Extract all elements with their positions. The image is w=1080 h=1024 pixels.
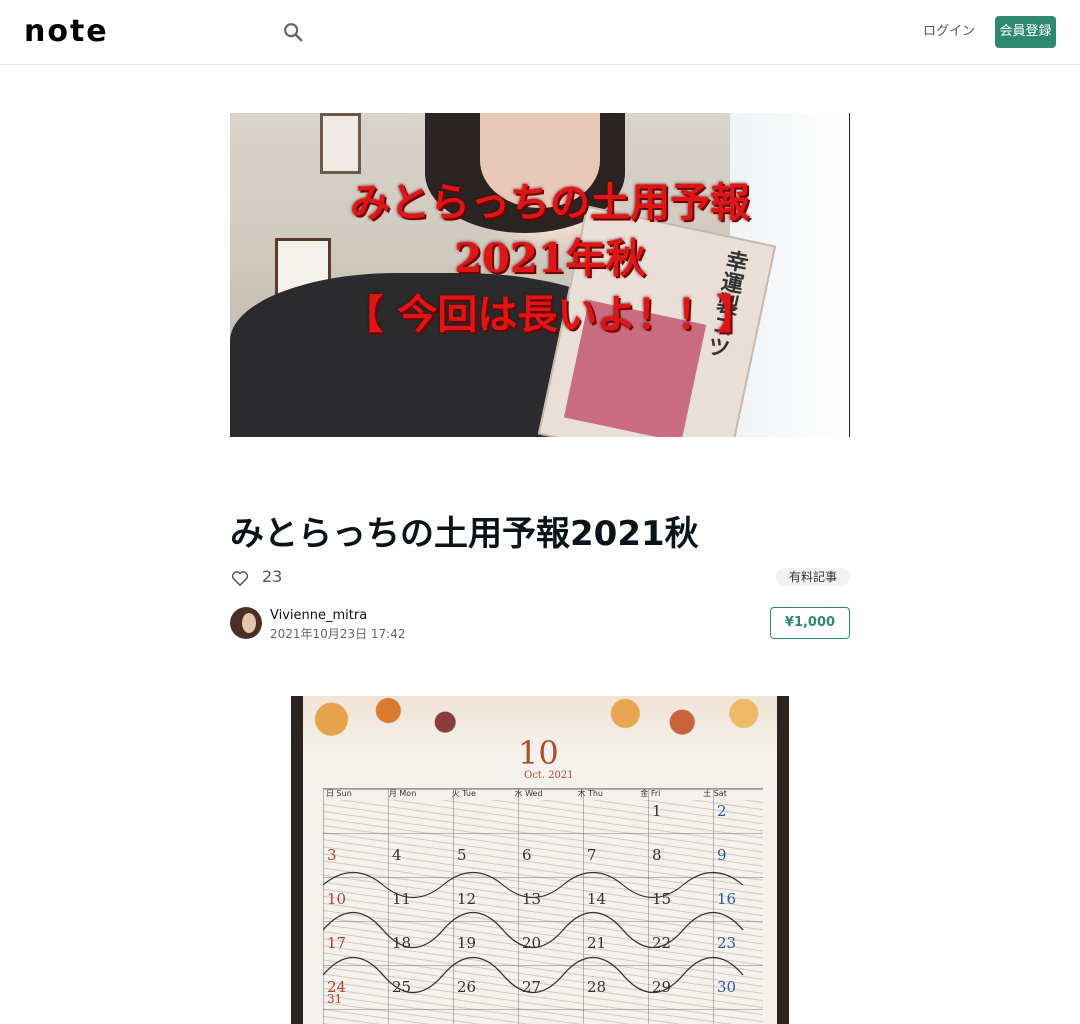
weekday-label: 火 Tue bbox=[451, 789, 476, 798]
calendar-day-number: 1 bbox=[652, 802, 662, 820]
calendar-day-number: 28 bbox=[587, 978, 607, 996]
weekday-label: 木 Thu bbox=[577, 789, 604, 798]
login-link[interactable]: ログイン bbox=[922, 20, 976, 44]
note-logo[interactable]: note bbox=[24, 17, 109, 47]
weekday-label: 土 Sat bbox=[703, 789, 727, 798]
calendar-day-number: 2 bbox=[717, 802, 727, 820]
calendar-day-number: 4 bbox=[392, 846, 402, 864]
calendar-day-number: 7 bbox=[587, 846, 597, 864]
calendar-day-number: 14 bbox=[587, 890, 607, 908]
weekday-label: 日 Sun bbox=[326, 789, 352, 798]
calendar-day-number: 22 bbox=[652, 934, 672, 952]
calendar-day-number: 11 bbox=[392, 890, 412, 908]
author-avatar[interactable] bbox=[230, 607, 262, 639]
calendar-day-number: 5 bbox=[457, 846, 467, 864]
calendar-day-number: 10 bbox=[327, 890, 347, 908]
author-name[interactable]: Vivienne_mitra bbox=[270, 607, 367, 625]
like-count: 23 bbox=[262, 567, 283, 586]
calendar-month-sub: Oct. 2021 bbox=[524, 770, 574, 781]
calendar-day-number: 21 bbox=[587, 934, 607, 952]
cover-title-line: 2021年秋 bbox=[454, 235, 646, 282]
calendar-day-number: 3 bbox=[327, 846, 337, 864]
calendar-day-number: 26 bbox=[457, 978, 477, 996]
calendar-day-number: 23 bbox=[717, 934, 737, 952]
calendar-photo: 10 Oct. 2021 日 Sun 月 Mon 火 Tue 水 Wed 木 T… bbox=[291, 696, 789, 1024]
calendar-day-number: 19 bbox=[457, 934, 477, 952]
calendar-day-number: 25 bbox=[392, 978, 412, 996]
avatar-face bbox=[242, 613, 256, 633]
calendar-day-number: 17 bbox=[327, 934, 347, 952]
cover-title: みとらっちの土用予報 2021年秋 【 今回は長いよ！！】 bbox=[270, 175, 830, 343]
calendar-day-number: 18 bbox=[392, 934, 412, 952]
calendar-day-number: 13 bbox=[522, 890, 542, 908]
calendar-sheet: 10 Oct. 2021 日 Sun 月 Mon 火 Tue 水 Wed 木 T… bbox=[303, 696, 777, 1024]
calendar-weekdays: 日 Sun 月 Mon 火 Tue 水 Wed 木 Thu 金 Fri 土 Sa… bbox=[323, 788, 763, 800]
weekday-label: 月 Mon bbox=[388, 789, 417, 798]
weekday-label: 水 Wed bbox=[514, 789, 543, 798]
calendar-day-number: 12 bbox=[457, 890, 477, 908]
cover-image: 幸運製コツ みとらっちの土用予報 2021年秋 【 今回は長いよ！！】 bbox=[230, 113, 850, 437]
paid-article-badge: 有料記事 bbox=[776, 568, 850, 586]
calendar-month: 10 bbox=[518, 734, 559, 772]
calendar-day-number: 20 bbox=[522, 934, 542, 952]
calendar-day-number: 9 bbox=[717, 846, 727, 864]
article-title: みとらっちの土用予報2021秋 bbox=[230, 514, 699, 554]
search-icon[interactable] bbox=[282, 21, 304, 43]
signup-button[interactable]: 会員登録 bbox=[995, 16, 1056, 48]
calendar-day-number: 31 bbox=[327, 992, 343, 1006]
site-header: note ログイン 会員登録 bbox=[0, 0, 1080, 65]
calendar-day-number: 6 bbox=[522, 846, 532, 864]
cover-title-line: みとらっちの土用予報 bbox=[350, 179, 750, 226]
calendar-day-number: 15 bbox=[652, 890, 672, 908]
calendar-day-number: 8 bbox=[652, 846, 662, 864]
calendar-day-number: 30 bbox=[717, 978, 737, 996]
price-button[interactable]: ¥1,000 bbox=[770, 607, 850, 639]
calendar-day-number: 29 bbox=[652, 978, 672, 996]
cover-title-line: 【 今回は長いよ！！】 bbox=[343, 291, 757, 338]
heart-icon[interactable] bbox=[230, 568, 250, 588]
wall-frame-image bbox=[320, 113, 361, 174]
calendar-day-number: 16 bbox=[717, 890, 737, 908]
calendar-days: 1 2 3 4 5 6 7 8 9 10 11 12 13 14 15 16 17 18 19 20 21 22 23 24 2… bbox=[323, 802, 783, 1022]
calendar-day-number: 27 bbox=[522, 978, 542, 996]
weekday-label: 金 Fri bbox=[640, 789, 661, 798]
post-date: 2021年10月23日 17:42 bbox=[270, 627, 406, 641]
